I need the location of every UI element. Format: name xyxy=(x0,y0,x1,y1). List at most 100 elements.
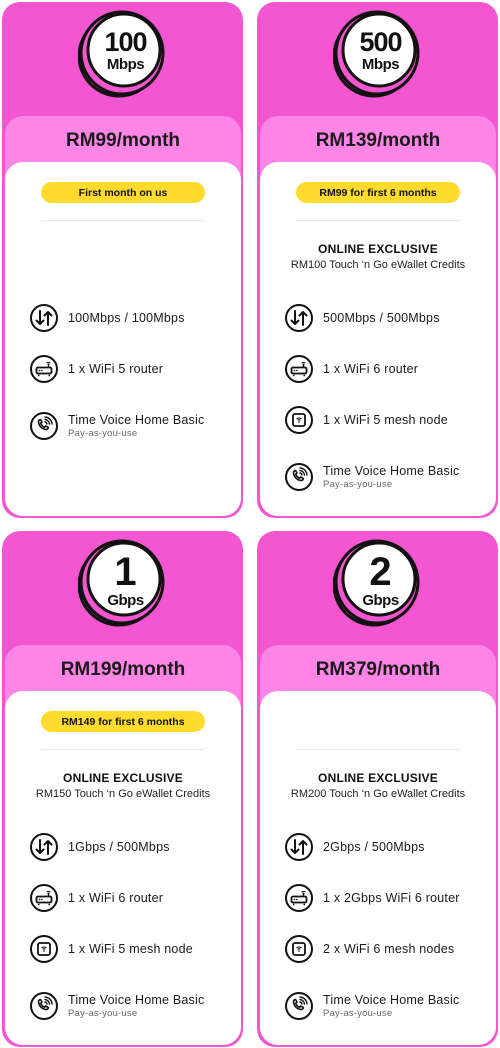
plan-price: RM139/month xyxy=(315,130,441,151)
router-icon xyxy=(29,354,59,384)
speed-badge: 1 Gbps xyxy=(2,537,243,641)
online-exclusive: ONLINE EXCLUSIVE RM200 Touch ‘n Go eWall… xyxy=(260,771,496,800)
price-panel: RM139/month RM99 for first 6 months ONLI… xyxy=(260,116,496,516)
up-down-arrows-icon xyxy=(29,303,59,333)
speed-badge: 100 Mbps xyxy=(2,8,243,112)
feature-text-block: Time Voice Home Basic Pay-as-you-use xyxy=(68,413,204,439)
exclusive-subtitle: RM100 Touch ‘n Go eWallet Credits xyxy=(290,259,466,271)
speed-value: 500 xyxy=(359,26,402,57)
feature-item: Time Voice Home Basic Pay-as-you-use xyxy=(29,990,233,1022)
mesh-node-icon xyxy=(284,405,314,435)
plan-card-1gbps[interactable]: 1 Gbps RM199/month RM149 for first 6 mon… xyxy=(2,531,243,1047)
exclusive-title: ONLINE EXCLUSIVE xyxy=(63,771,183,785)
speed-unit: Mbps xyxy=(106,55,145,73)
divider xyxy=(296,220,460,221)
phone-call-icon xyxy=(29,991,59,1021)
feature-item: Time Voice Home Basic Pay-as-you-use xyxy=(284,990,488,1022)
router-icon xyxy=(29,883,59,913)
feature-item: 1 x WiFi 5 router xyxy=(29,353,233,385)
plan-card-2gbps[interactable]: 2 Gbps RM379/month ONLINE EXCLUSIVE RM20… xyxy=(257,531,498,1047)
price-panel: RM99/month First month on us 100Mbps / 1… xyxy=(5,116,241,516)
feature-label: Time Voice Home Basic xyxy=(323,464,460,478)
feature-item: 1 x WiFi 5 mesh node xyxy=(284,404,488,436)
feature-text-block: 1 x WiFi 6 router xyxy=(68,891,163,905)
speed-unit: Gbps xyxy=(107,592,144,609)
plan-card-500mbps[interactable]: 500 Mbps RM139/month RM99 for first 6 mo… xyxy=(257,2,498,518)
plan-details: ONLINE EXCLUSIVE RM200 Touch ‘n Go eWall… xyxy=(260,691,496,1045)
feature-label: Time Voice Home Basic xyxy=(323,993,460,1007)
feature-label: 2 x WiFi 6 mesh nodes xyxy=(323,942,455,956)
exclusive-subtitle: RM150 Touch ‘n Go eWallet Credits xyxy=(35,788,211,800)
plan-card-100mbps[interactable]: 100 Mbps RM99/month First month on us 10… xyxy=(2,2,243,518)
plan-price: RM379/month xyxy=(315,659,441,680)
feature-item: 500Mbps / 500Mbps xyxy=(284,302,488,334)
speed-unit: Gbps xyxy=(362,592,399,609)
speed-value: 1 xyxy=(114,550,137,594)
mesh-node-icon xyxy=(284,934,314,964)
plan-details: First month on us 100Mbps / 100Mbps 1 x W… xyxy=(5,162,241,516)
up-down-arrows-icon xyxy=(29,832,59,862)
divider xyxy=(296,749,460,750)
phone-call-icon xyxy=(284,991,314,1021)
exclusive-title: ONLINE EXCLUSIVE xyxy=(318,771,438,785)
feature-item: 1 x WiFi 6 router xyxy=(29,882,233,914)
promo-badge: RM99 for first 6 months xyxy=(296,182,460,203)
feature-text-block: Time Voice Home Basic Pay-as-you-use xyxy=(68,993,204,1019)
feature-label: 500Mbps / 500Mbps xyxy=(323,311,440,325)
price-panel: RM199/month RM149 for first 6 months ONL… xyxy=(5,645,241,1045)
phone-call-icon xyxy=(284,462,314,492)
feature-text-block: 500Mbps / 500Mbps xyxy=(323,311,440,325)
feature-text-block: 2 x WiFi 6 mesh nodes xyxy=(323,942,454,956)
promo-badge: RM149 for first 6 months xyxy=(41,711,205,732)
feature-text-block: 1 x WiFi 5 mesh node xyxy=(68,942,193,956)
feature-label: Time Voice Home Basic xyxy=(68,993,205,1007)
feature-text-block: 1 x WiFi 5 mesh node xyxy=(323,413,448,427)
feature-label: Time Voice Home Basic xyxy=(68,413,205,427)
feature-text-block: 100Mbps / 100Mbps xyxy=(68,311,185,325)
feature-label: 1 x WiFi 5 mesh node xyxy=(68,942,193,956)
feature-label: 2Gbps / 500Mbps xyxy=(323,840,425,854)
feature-text-block: 1 x WiFi 5 router xyxy=(68,362,163,376)
online-exclusive: ONLINE EXCLUSIVE RM100 Touch ‘n Go eWall… xyxy=(260,242,496,271)
feature-label: 1 x WiFi 5 mesh node xyxy=(323,413,448,427)
feature-item: 1 x WiFi 5 mesh node xyxy=(29,933,233,965)
feature-item: Time Voice Home Basic Pay-as-you-use xyxy=(29,410,233,442)
feature-sublabel: Pay-as-you-use xyxy=(323,1008,393,1019)
feature-item: 1 x WiFi 6 router xyxy=(284,353,488,385)
plan-details: RM149 for first 6 months ONLINE EXCLUSIV… xyxy=(5,691,241,1045)
exclusive-title: ONLINE EXCLUSIVE xyxy=(318,242,438,256)
router-icon xyxy=(284,354,314,384)
speed-unit: Mbps xyxy=(361,55,400,73)
feature-label: 1 x WiFi 6 router xyxy=(323,362,419,376)
speed-value: 100 xyxy=(104,26,147,57)
speed-badge: 2 Gbps xyxy=(257,537,498,641)
plan-price: RM99/month xyxy=(66,130,180,151)
online-exclusive: ONLINE EXCLUSIVE RM150 Touch ‘n Go eWall… xyxy=(5,771,241,800)
feature-text-block: 1 x 2Gbps WiFi 6 router xyxy=(323,891,460,905)
up-down-arrows-icon xyxy=(284,832,314,862)
feature-label: 1 x 2Gbps WiFi 6 router xyxy=(323,891,460,905)
feature-sublabel: Pay-as-you-use xyxy=(323,479,393,490)
speed-value: 2 xyxy=(369,550,392,594)
feature-label: 100Mbps / 100Mbps xyxy=(68,311,185,325)
feature-label: 1Gbps / 500Mbps xyxy=(68,840,170,854)
feature-item: 2Gbps / 500Mbps xyxy=(284,831,488,863)
feature-item: 2 x WiFi 6 mesh nodes xyxy=(284,933,488,965)
exclusive-subtitle: RM200 Touch ‘n Go eWallet Credits xyxy=(290,788,466,800)
up-down-arrows-icon xyxy=(284,303,314,333)
speed-badge: 500 Mbps xyxy=(257,8,498,112)
feature-text-block: Time Voice Home Basic Pay-as-you-use xyxy=(323,464,459,490)
feature-label: 1 x WiFi 5 router xyxy=(68,362,164,376)
divider xyxy=(41,220,205,221)
feature-item: 100Mbps / 100Mbps xyxy=(29,302,233,334)
feature-text-block: 1 x WiFi 6 router xyxy=(323,362,418,376)
price-panel: RM379/month ONLINE EXCLUSIVE RM200 Touch… xyxy=(260,645,496,1045)
mesh-node-icon xyxy=(29,934,59,964)
feature-sublabel: Pay-as-you-use xyxy=(68,1008,138,1019)
feature-item: Time Voice Home Basic Pay-as-you-use xyxy=(284,461,488,493)
plan-details: RM99 for first 6 months ONLINE EXCLUSIVE… xyxy=(260,162,496,516)
feature-item: 1Gbps / 500Mbps xyxy=(29,831,233,863)
feature-sublabel: Pay-as-you-use xyxy=(68,428,138,439)
feature-text-block: Time Voice Home Basic Pay-as-you-use xyxy=(323,993,459,1019)
feature-label: 1 x WiFi 6 router xyxy=(68,891,164,905)
